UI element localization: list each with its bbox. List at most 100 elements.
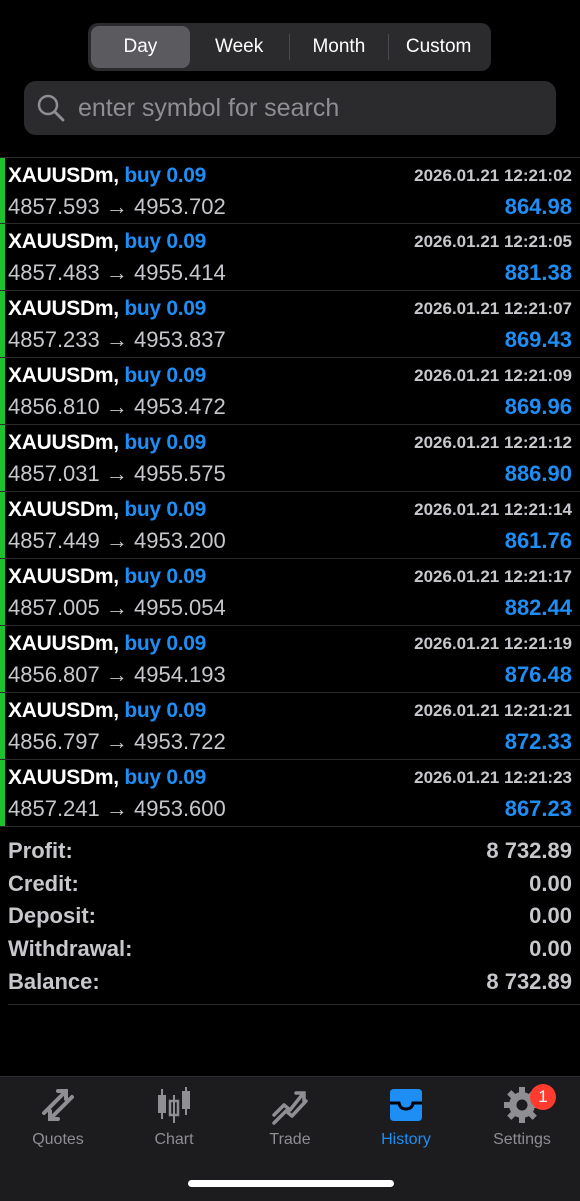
deal-row[interactable]: XAUUSDm, buy 0.09 2026.01.21 12:21:09 4856… (0, 358, 580, 425)
buy-indicator-bar (0, 158, 5, 223)
deal-header: XAUUSDm, buy 0.09 (8, 632, 206, 656)
arrow-right-icon: → (99, 595, 134, 620)
close-price: 4955.054 (134, 595, 226, 620)
inbox-tray-icon (390, 1089, 422, 1121)
deal-row[interactable]: XAUUSDm, buy 0.09 2026.01.21 12:21:02 4857… (0, 157, 580, 224)
arrow-right-icon: → (99, 662, 134, 687)
open-price: 4857.449 (8, 528, 100, 553)
tab-quotes[interactable]: Quotes (0, 1085, 116, 1149)
search-bar[interactable] (24, 81, 556, 135)
deal-prices: 4857.005 → 4955.054 (8, 595, 226, 621)
deal-symbol: XAUUSDm, (8, 364, 119, 387)
deal-header: XAUUSDm, buy 0.09 (8, 766, 206, 790)
buy-indicator-bar (0, 425, 5, 491)
tab-week[interactable]: Week (190, 26, 289, 68)
quotes-arrows-icon (42, 1089, 74, 1121)
buy-indicator-bar (0, 626, 5, 692)
arrow-right-icon: → (99, 796, 134, 821)
arrow-right-icon: → (99, 260, 134, 285)
deal-symbol: XAUUSDm, (8, 431, 119, 454)
buy-indicator-bar (0, 559, 5, 625)
summary-value: 8 732.89 (486, 968, 572, 994)
open-price: 4856.797 (8, 729, 100, 754)
deal-row[interactable]: XAUUSDm, buy 0.09 2026.01.21 12:21:12 4857… (0, 425, 580, 492)
period-segmented-control: Day Week Month Custom (88, 23, 491, 71)
deal-prices: 4857.483 → 4955.414 (8, 260, 226, 286)
summary-row: Deposit: 0.00 (0, 900, 580, 933)
deal-profit: 881.38 (504, 260, 572, 285)
deal-time: 2026.01.21 12:21:14 (414, 500, 572, 519)
deal-header: XAUUSDm, buy 0.09 (8, 297, 206, 321)
deal-symbol: XAUUSDm, (8, 164, 119, 187)
tab-chart[interactable]: Chart (116, 1085, 232, 1149)
deal-type: buy 0.09 (124, 230, 206, 253)
divider (8, 1004, 580, 1005)
candlestick-chart-icon (158, 1087, 190, 1123)
summary-value: 8 732.89 (486, 838, 572, 864)
tab-trade-label: Trade (269, 1131, 311, 1148)
open-price: 4856.810 (8, 394, 100, 419)
arrow-right-icon: → (99, 194, 134, 219)
deal-symbol: XAUUSDm, (8, 565, 119, 588)
buy-indicator-bar (0, 693, 5, 759)
deal-type: buy 0.09 (124, 364, 206, 387)
buy-indicator-bar (0, 224, 5, 290)
search-input[interactable] (76, 92, 520, 124)
close-price: 4955.575 (134, 461, 226, 486)
deal-time: 2026.01.21 12:21:02 (414, 166, 572, 185)
deal-row[interactable]: XAUUSDm, buy 0.09 2026.01.21 12:21:21 4856… (0, 693, 580, 760)
arrow-right-icon: → (99, 461, 134, 486)
deal-type: buy 0.09 (124, 632, 206, 655)
deal-row[interactable]: XAUUSDm, buy 0.09 2026.01.21 12:21:23 4857… (0, 760, 580, 827)
buy-indicator-bar (0, 760, 5, 826)
tab-custom[interactable]: Custom (389, 26, 488, 68)
deal-prices: 4857.241 → 4953.600 (8, 796, 226, 822)
deal-row[interactable]: XAUUSDm, buy 0.09 2026.01.21 12:21:14 4857… (0, 492, 580, 559)
deals-list: XAUUSDm, buy 0.09 2026.01.21 12:21:02 4857… (0, 157, 580, 827)
deal-type: buy 0.09 (124, 766, 206, 789)
deal-row[interactable]: XAUUSDm, buy 0.09 2026.01.21 12:21:07 4857… (0, 291, 580, 358)
buy-indicator-bar (0, 492, 5, 558)
deal-row[interactable]: XAUUSDm, buy 0.09 2026.01.21 12:21:19 4856… (0, 626, 580, 693)
tab-settings-label: Settings (493, 1131, 551, 1148)
tab-month[interactable]: Month (290, 26, 389, 68)
deal-prices: 4857.233 → 4953.837 (8, 327, 226, 353)
deal-header: XAUUSDm, buy 0.09 (8, 230, 206, 254)
summary-label: Deposit: (8, 903, 96, 929)
deal-symbol: XAUUSDm, (8, 498, 119, 521)
deal-row[interactable]: XAUUSDm, buy 0.09 2026.01.21 12:21:05 4857… (0, 224, 580, 291)
deal-row[interactable]: XAUUSDm, buy 0.09 2026.01.21 12:21:17 4857… (0, 559, 580, 626)
home-indicator (188, 1180, 394, 1187)
deal-profit: 861.76 (504, 528, 572, 553)
deal-type: buy 0.09 (124, 699, 206, 722)
deal-type: buy 0.09 (124, 431, 206, 454)
deal-header: XAUUSDm, buy 0.09 (8, 164, 206, 188)
deal-time: 2026.01.21 12:21:07 (414, 299, 572, 318)
buy-indicator-bar (0, 358, 5, 424)
tab-trade[interactable]: Trade (232, 1085, 348, 1149)
buy-indicator-bar (0, 291, 5, 357)
deal-time: 2026.01.21 12:21:23 (414, 768, 572, 787)
close-price: 4955.414 (134, 260, 226, 285)
summary-row: Withdrawal: 0.00 (0, 933, 580, 966)
deal-profit: 886.90 (504, 461, 572, 486)
tab-history[interactable]: History (348, 1085, 464, 1149)
deal-profit: 882.44 (504, 595, 572, 620)
notification-badge: 1 (530, 1084, 556, 1110)
deal-prices: 4857.449 → 4953.200 (8, 528, 226, 554)
close-price: 4953.472 (134, 394, 226, 419)
close-price: 4953.837 (134, 327, 226, 352)
open-price: 4857.005 (8, 595, 100, 620)
summary-row: Profit: 8 732.89 (0, 835, 580, 868)
open-price: 4857.233 (8, 327, 100, 352)
open-price: 4857.483 (8, 260, 100, 285)
tab-day[interactable]: Day (91, 26, 190, 68)
search-icon (37, 94, 65, 122)
deal-symbol: XAUUSDm, (8, 699, 119, 722)
summary-label: Profit: (8, 838, 73, 864)
summary-value: 0.00 (529, 870, 572, 896)
arrow-right-icon: → (99, 729, 134, 754)
close-price: 4954.193 (134, 662, 226, 687)
close-price: 4953.722 (134, 729, 226, 754)
tab-settings[interactable]: Settings 1 (464, 1084, 580, 1149)
